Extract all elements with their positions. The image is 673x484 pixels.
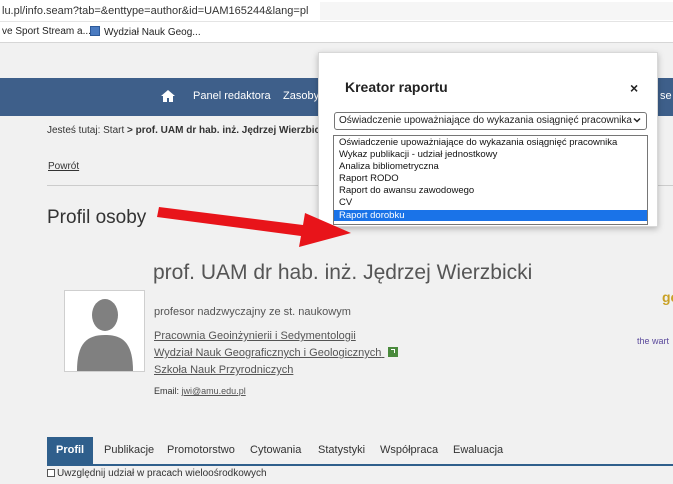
breadcrumb: Jesteś tutaj: Start > prof. UAM dr hab. … xyxy=(47,125,326,136)
bookmark-wydzial[interactable]: Wydział Nauk Geog... xyxy=(90,26,201,38)
bookmarks-bar: ve Sport Stream a... Wydział Nauk Geog..… xyxy=(0,22,673,43)
right-cutoff-text-1: ge xyxy=(662,289,673,305)
tab-wspolpraca[interactable]: Współpraca xyxy=(380,437,438,464)
tab-cytowania[interactable]: Cytowania xyxy=(250,437,301,464)
nav-zasoby[interactable]: Zasoby xyxy=(283,90,319,102)
multicenter-checkbox-row[interactable]: Uwzględnij udział w pracach wieloośrodko… xyxy=(47,468,267,479)
email-label: Email: xyxy=(154,386,180,396)
chevron-down-icon xyxy=(633,117,641,123)
tab-promotorstwo[interactable]: Promotorstwo xyxy=(167,437,235,464)
person-position: profesor nadzwyczajny ze st. naukowym xyxy=(154,306,351,318)
tab-statystyki[interactable]: Statystyki xyxy=(318,437,365,464)
profile-tabs: Profil Publikacje Promotorstwo Cytowania… xyxy=(47,437,673,464)
close-icon[interactable]: × xyxy=(630,80,638,96)
tab-ewaluacja[interactable]: Ewaluacja xyxy=(453,437,503,464)
breadcrumb-separator: > xyxy=(127,125,133,136)
bookmark-wydzial-label: Wydział Nauk Geog... xyxy=(104,27,201,38)
browser-address-bar[interactable]: lu.pl/info.seam?tab=&enttype=author&id=U… xyxy=(0,0,673,22)
breadcrumb-prefix: Jesteś tutaj: xyxy=(47,125,101,136)
unit-link-pracownia[interactable]: Pracownia Geoinżynierii i Sedymentologii xyxy=(154,330,356,342)
page-title: Profil osoby xyxy=(47,207,147,228)
breadcrumb-current: prof. UAM dr hab. inż. Jędrzej Wierzbick xyxy=(135,125,326,136)
screenshot-root: lu.pl/info.seam?tab=&enttype=author&id=U… xyxy=(0,0,673,484)
option-raport-dorobku[interactable]: Raport dorobku xyxy=(334,210,647,221)
unit-link-szkola[interactable]: Szkoła Nauk Przyrodniczych xyxy=(154,364,293,376)
nav-panel-redaktora[interactable]: Panel redaktora xyxy=(193,90,271,102)
option-wykaz-publikacji[interactable]: Wykaz publikacji - udział jednostkowy xyxy=(334,149,647,160)
person-name: prof. UAM dr hab. inż. Jędrzej Wierzbick… xyxy=(153,261,533,284)
report-type-selected-value: Oświadczenie upoważniające do wykazania … xyxy=(339,115,632,126)
nav-cut-off-item[interactable]: se xyxy=(660,90,672,102)
bookmark-sport-stream[interactable]: ve Sport Stream a... xyxy=(2,26,91,37)
option-oswiadczenie[interactable]: Oświadczenie upoważniające do wykazania … xyxy=(334,137,647,148)
url-text[interactable]: lu.pl/info.seam?tab=&enttype=author&id=U… xyxy=(2,5,308,17)
multicenter-checkbox[interactable] xyxy=(47,469,55,477)
multicenter-checkbox-label: Uwzględnij udział w pracach wieloośrodko… xyxy=(57,468,267,479)
annotation-arrow-icon xyxy=(157,207,351,247)
breadcrumb-start-link[interactable]: Start xyxy=(103,125,124,136)
tabs-underline xyxy=(47,464,673,466)
external-link-icon[interactable] xyxy=(388,347,399,357)
avatar-placeholder-icon xyxy=(77,299,133,371)
report-type-options: Oświadczenie upoważniające do wykazania … xyxy=(333,135,648,225)
back-link[interactable]: Powrót xyxy=(48,161,79,172)
avatar xyxy=(64,290,145,372)
tab-profil[interactable]: Profil xyxy=(47,437,94,464)
unit-link-wydzial-label: Wydział Nauk Geograficznych i Geologiczn… xyxy=(154,347,382,359)
option-cv[interactable]: CV xyxy=(334,197,647,208)
option-analiza-bibliometryczna[interactable]: Analiza bibliometryczna xyxy=(334,161,647,172)
unit-link-wydzial[interactable]: Wydział Nauk Geograficznych i Geologiczn… xyxy=(154,347,399,359)
home-icon[interactable] xyxy=(160,88,176,104)
option-raport-rodo[interactable]: Raport RODO xyxy=(334,173,647,184)
right-cutoff-text-2: the wart xyxy=(637,336,670,346)
email-link[interactable]: jwi@amu.edu.pl xyxy=(182,386,246,396)
email-row: Email: jwi@amu.edu.pl xyxy=(154,386,246,396)
option-raport-awans[interactable]: Raport do awansu zawodowego xyxy=(334,185,647,196)
bookmark-favicon-icon xyxy=(90,26,100,36)
tab-publikacje[interactable]: Publikacje xyxy=(104,437,154,464)
modal-title: Kreator raportu xyxy=(345,79,448,95)
report-type-select[interactable]: Oświadczenie upoważniające do wykazania … xyxy=(334,112,647,130)
address-bar-empty-area xyxy=(320,2,673,20)
